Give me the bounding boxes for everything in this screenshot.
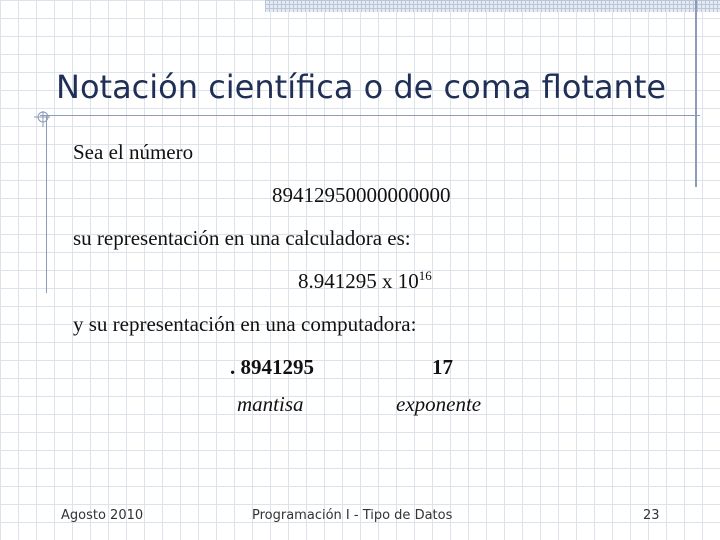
title-underline bbox=[40, 115, 700, 116]
exponent-label: exponente bbox=[396, 392, 482, 416]
mantissa-label: mantisa bbox=[237, 392, 304, 416]
decorative-vertical-line bbox=[46, 115, 47, 293]
decorative-vertical-line bbox=[695, 0, 697, 187]
calculator-intro-text: su representación en una calculadora es: bbox=[73, 226, 411, 250]
intro-text: Sea el número bbox=[73, 140, 194, 164]
slide-title: Notación científica o de coma flotante bbox=[56, 68, 667, 106]
calculator-base: 8.941295 x 10 bbox=[298, 269, 419, 293]
computer-intro-text: y su representación en una computadora: bbox=[73, 312, 417, 336]
large-number: 89412950000000000 bbox=[272, 183, 451, 207]
exponent-value: 17 bbox=[432, 355, 453, 379]
crosshair-icon bbox=[34, 111, 50, 127]
calculator-representation: 8.941295 x 1016 bbox=[298, 269, 432, 294]
footer-course: Programación I - Tipo de Datos bbox=[252, 508, 453, 523]
calculator-exponent: 16 bbox=[418, 268, 432, 283]
decorative-band bbox=[265, 0, 720, 12]
footer-page-number: 23 bbox=[643, 508, 660, 523]
mantissa-value: . 8941295 bbox=[230, 355, 314, 379]
footer-date: Agosto 2010 bbox=[61, 508, 144, 523]
